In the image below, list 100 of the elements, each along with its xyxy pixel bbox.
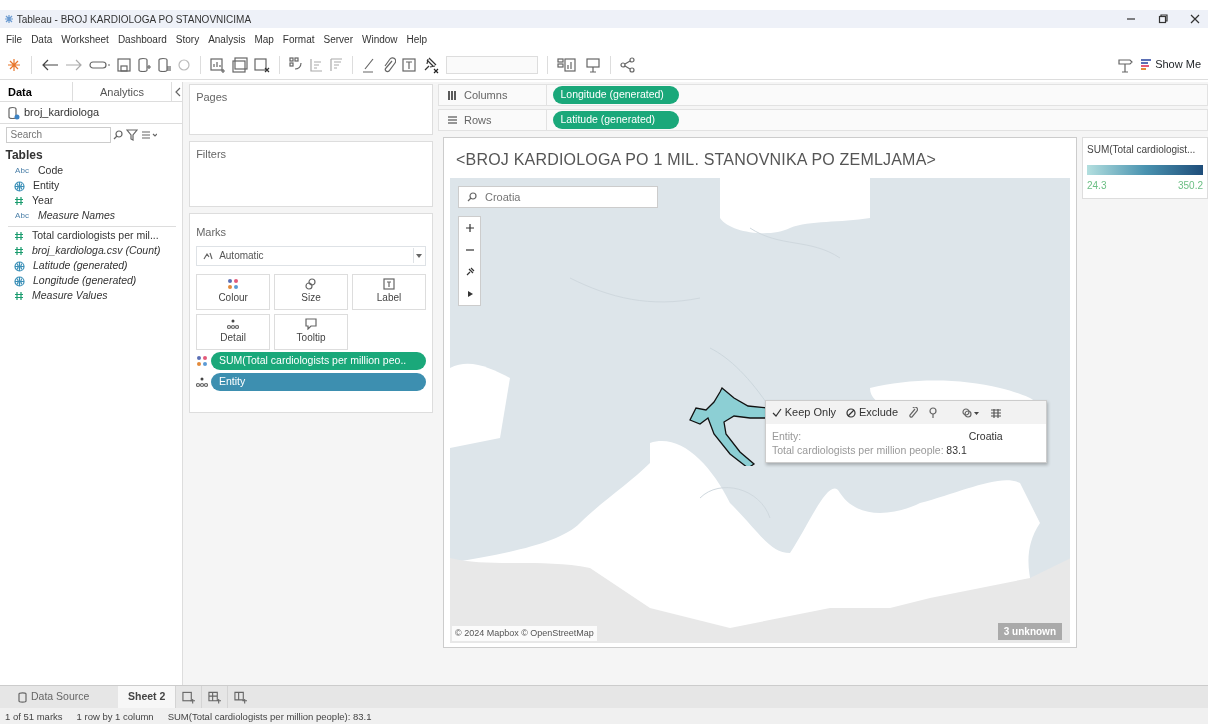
presentation-icon[interactable]	[585, 56, 601, 73]
restore-icon[interactable]	[1158, 14, 1168, 24]
clear-sheet-icon[interactable]	[254, 56, 270, 73]
bar-chart-icon	[1140, 59, 1153, 70]
detail-dots-icon	[227, 318, 240, 330]
status-text: 1 of 51 marks	[5, 709, 63, 724]
legend-title: SUM(Total cardiologist...	[1087, 143, 1197, 157]
type-label: Abc	[14, 165, 30, 177]
colour-dots-icon	[227, 278, 240, 290]
mark-card-button[interactable]: Colour	[196, 273, 271, 310]
sheet-tab[interactable]: Data Source	[8, 686, 118, 708]
mark-card-button[interactable]: Label	[352, 273, 426, 310]
shelf-label: Pages	[196, 91, 228, 103]
mark-card-button[interactable]: Detail	[196, 313, 271, 350]
datasource-icon	[8, 105, 20, 120]
cards-icon[interactable]	[557, 57, 579, 72]
app-logo-icon	[4, 14, 14, 24]
field-name[interactable]: Measure Names	[38, 208, 116, 224]
field-name[interactable]: Code	[38, 163, 64, 179]
show-me-button[interactable]: Show Me	[1139, 55, 1202, 74]
new-worksheet-icon[interactable]	[182, 690, 196, 704]
duplicate-sheet-icon[interactable]	[232, 56, 248, 73]
text-icon[interactable]	[402, 57, 416, 72]
status-text: SUM(Total cardiologists per million people): 83.1	[167, 709, 372, 724]
close-icon[interactable]	[1190, 14, 1200, 24]
datasource-name[interactable]: broj_kardiologa	[24, 104, 100, 121]
group-icon[interactable]	[962, 407, 980, 418]
database-icon	[18, 691, 27, 703]
globe-icon	[14, 180, 25, 192]
collapse-icon[interactable]	[174, 87, 182, 97]
legend-max: 350.2	[1177, 179, 1203, 193]
menu-item[interactable]: Map	[254, 31, 274, 47]
logo-icon[interactable]	[6, 56, 22, 73]
field-name[interactable]: Entity	[33, 178, 60, 194]
tooltip-label: Total cardiologists per million people:	[772, 443, 944, 457]
menu-item[interactable]: Server	[323, 31, 353, 47]
tooltip-action-button[interactable]: Keep Only	[772, 404, 837, 421]
type-label: Abc	[14, 210, 30, 222]
sheet-tab[interactable]: Sheet 2	[118, 686, 176, 708]
menu-item[interactable]: Worksheet	[61, 31, 109, 47]
paperclip-icon[interactable]	[908, 406, 918, 419]
paperclip-icon[interactable]	[382, 56, 396, 73]
menu-item[interactable]: Data	[31, 31, 53, 47]
number-sign-icon	[14, 291, 24, 301]
speech-bubble-icon	[305, 318, 318, 330]
globe-icon	[14, 260, 25, 272]
zoom-in-icon[interactable]	[464, 223, 475, 233]
colour-dots-icon	[196, 355, 209, 368]
number-sign-icon	[14, 196, 24, 206]
filter-icon[interactable]	[126, 128, 138, 141]
section-heading: Tables	[4, 146, 44, 164]
status-text: 1 row by 1 column	[76, 709, 154, 724]
pin-icon[interactable]	[928, 406, 938, 419]
map-search-field[interactable]: Croatia	[458, 186, 658, 208]
field-name[interactable]: Total cardiologists per mil...	[32, 228, 159, 244]
add-datasource-icon[interactable]	[137, 56, 151, 73]
text-icon	[383, 278, 395, 290]
search-icon[interactable]	[113, 129, 124, 140]
menu-item[interactable]: Window	[361, 31, 398, 47]
mark-card-button[interactable]: Tooltip	[274, 313, 349, 350]
share-icon[interactable]	[620, 56, 636, 73]
pane-tab[interactable]: Analytics	[72, 82, 172, 101]
mark-card-button[interactable]: Size	[274, 273, 349, 310]
new-story-icon[interactable]	[234, 690, 248, 704]
menu-item[interactable]: Dashboard	[117, 31, 167, 47]
field-name[interactable]: Longitude (generated)	[33, 273, 137, 289]
window-title: Tableau - BROJ KARDIOLOGA PO STANOVNICIMA	[16, 12, 252, 27]
search-field[interactable]: Search	[5, 126, 111, 143]
save-icon[interactable]	[117, 57, 131, 72]
tooltip-action-button[interactable]: Exclude	[846, 404, 898, 421]
field-name[interactable]: broj_kardiologa.csv (Count)	[32, 243, 161, 259]
view-title: <BROJ KARDIOLOGA PO 1 MIL. STANOVNIKA PO ZEMLJAMA>	[455, 150, 938, 170]
new-dashboard-icon[interactable]	[208, 690, 222, 704]
check-icon	[772, 407, 782, 418]
mark-type-value: Automatic	[219, 249, 264, 263]
tooltip-value: Croatia	[968, 429, 1003, 443]
detail-dots-icon	[196, 375, 209, 388]
no-entry-icon	[846, 407, 857, 418]
view-options-icon[interactable]	[140, 129, 157, 140]
number-sign-icon	[14, 246, 24, 256]
signpost-icon[interactable]	[1117, 56, 1134, 73]
menu-item[interactable]: Story	[175, 31, 200, 47]
shelf-label: Filters	[196, 148, 227, 160]
tooltip-value: 83.1	[946, 443, 967, 457]
menu-item[interactable]: Help	[406, 31, 428, 47]
table-icon[interactable]	[990, 407, 1002, 418]
field-name[interactable]: Measure Values	[32, 288, 108, 304]
back-arrow-icon[interactable]	[41, 57, 59, 72]
menu-item[interactable]: File	[6, 31, 23, 47]
globe-icon	[14, 275, 25, 287]
field-name[interactable]: Year	[32, 193, 54, 209]
field-name[interactable]: Latitude (generated)	[33, 258, 128, 274]
number-sign-icon	[14, 231, 24, 241]
new-worksheet-icon[interactable]	[210, 56, 226, 73]
field-pill[interactable]: Entity	[210, 372, 426, 391]
menu-item[interactable]: Format	[282, 31, 315, 47]
mark-type-dropdown[interactable]: Automatic	[196, 245, 426, 266]
caret-icon	[416, 254, 423, 259]
pen-icon[interactable]	[362, 56, 376, 73]
menu-item[interactable]: Analysis	[208, 31, 246, 47]
